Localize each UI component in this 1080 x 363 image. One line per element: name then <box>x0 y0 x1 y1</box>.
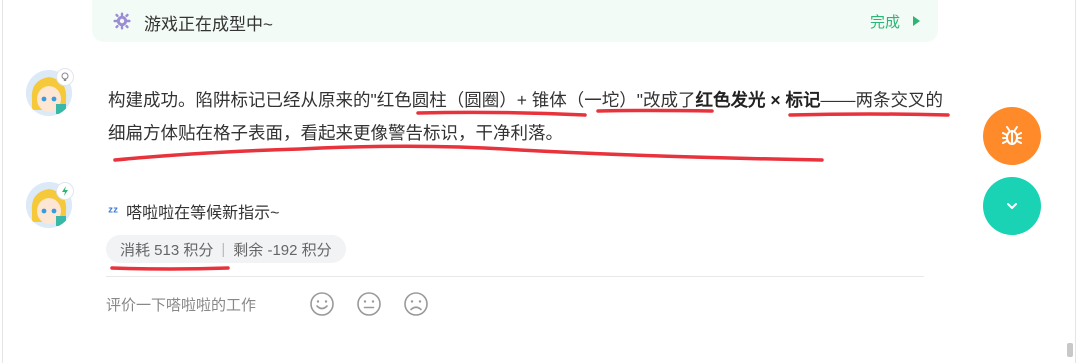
message-text-1: 构建成功。陷阱标记已经从原来的"红色圆柱（圆圈）+ 锥体（一坨）"改成了 <box>108 90 696 110</box>
status-title: 游戏正在成型中~ <box>144 15 273 34</box>
neutral-face-icon[interactable] <box>356 291 382 317</box>
idle-text: 嗒啦啦在等候新指示~ <box>126 205 280 222</box>
divider <box>106 276 924 277</box>
bug-report-button[interactable] <box>983 107 1041 165</box>
credits-separator: | <box>221 240 226 258</box>
idle-status: ᶻᶻ 嗒啦啦在等候新指示~ <box>108 199 279 223</box>
smile-face-icon[interactable] <box>309 291 335 317</box>
lightning-icon <box>56 182 74 200</box>
zzz-icon: ᶻᶻ <box>108 203 119 219</box>
bug-icon <box>1002 126 1022 145</box>
credits-remaining: 剩余 -192 积分 <box>233 241 332 259</box>
gear-icon <box>113 12 131 30</box>
message-bold: 红色发光 × 标记 <box>695 90 821 110</box>
sad-face-icon[interactable] <box>403 291 429 317</box>
rating-prompt: 评价一下嗒啦啦的工作 <box>106 297 257 314</box>
build-status-card: 游戏正在成型中~ 完成 <box>92 0 938 42</box>
scroll-down-button[interactable] <box>983 177 1041 235</box>
lightbulb-icon <box>56 68 74 86</box>
chevron-down-icon <box>1007 203 1017 209</box>
credits-pill: 消耗 513 积分 | 剩余 -192 积分 <box>106 235 346 263</box>
credits-consumed: 消耗 513 积分 <box>120 241 214 259</box>
scrollbar-thumb[interactable] <box>1067 343 1073 357</box>
done-button[interactable]: 完成 <box>870 11 900 32</box>
assistant-message: 构建成功。陷阱标记已经从原来的"红色圆柱（圆圈）+ 锥体（一坨）"改成了红色发光… <box>108 84 948 150</box>
play-icon[interactable] <box>913 16 920 26</box>
